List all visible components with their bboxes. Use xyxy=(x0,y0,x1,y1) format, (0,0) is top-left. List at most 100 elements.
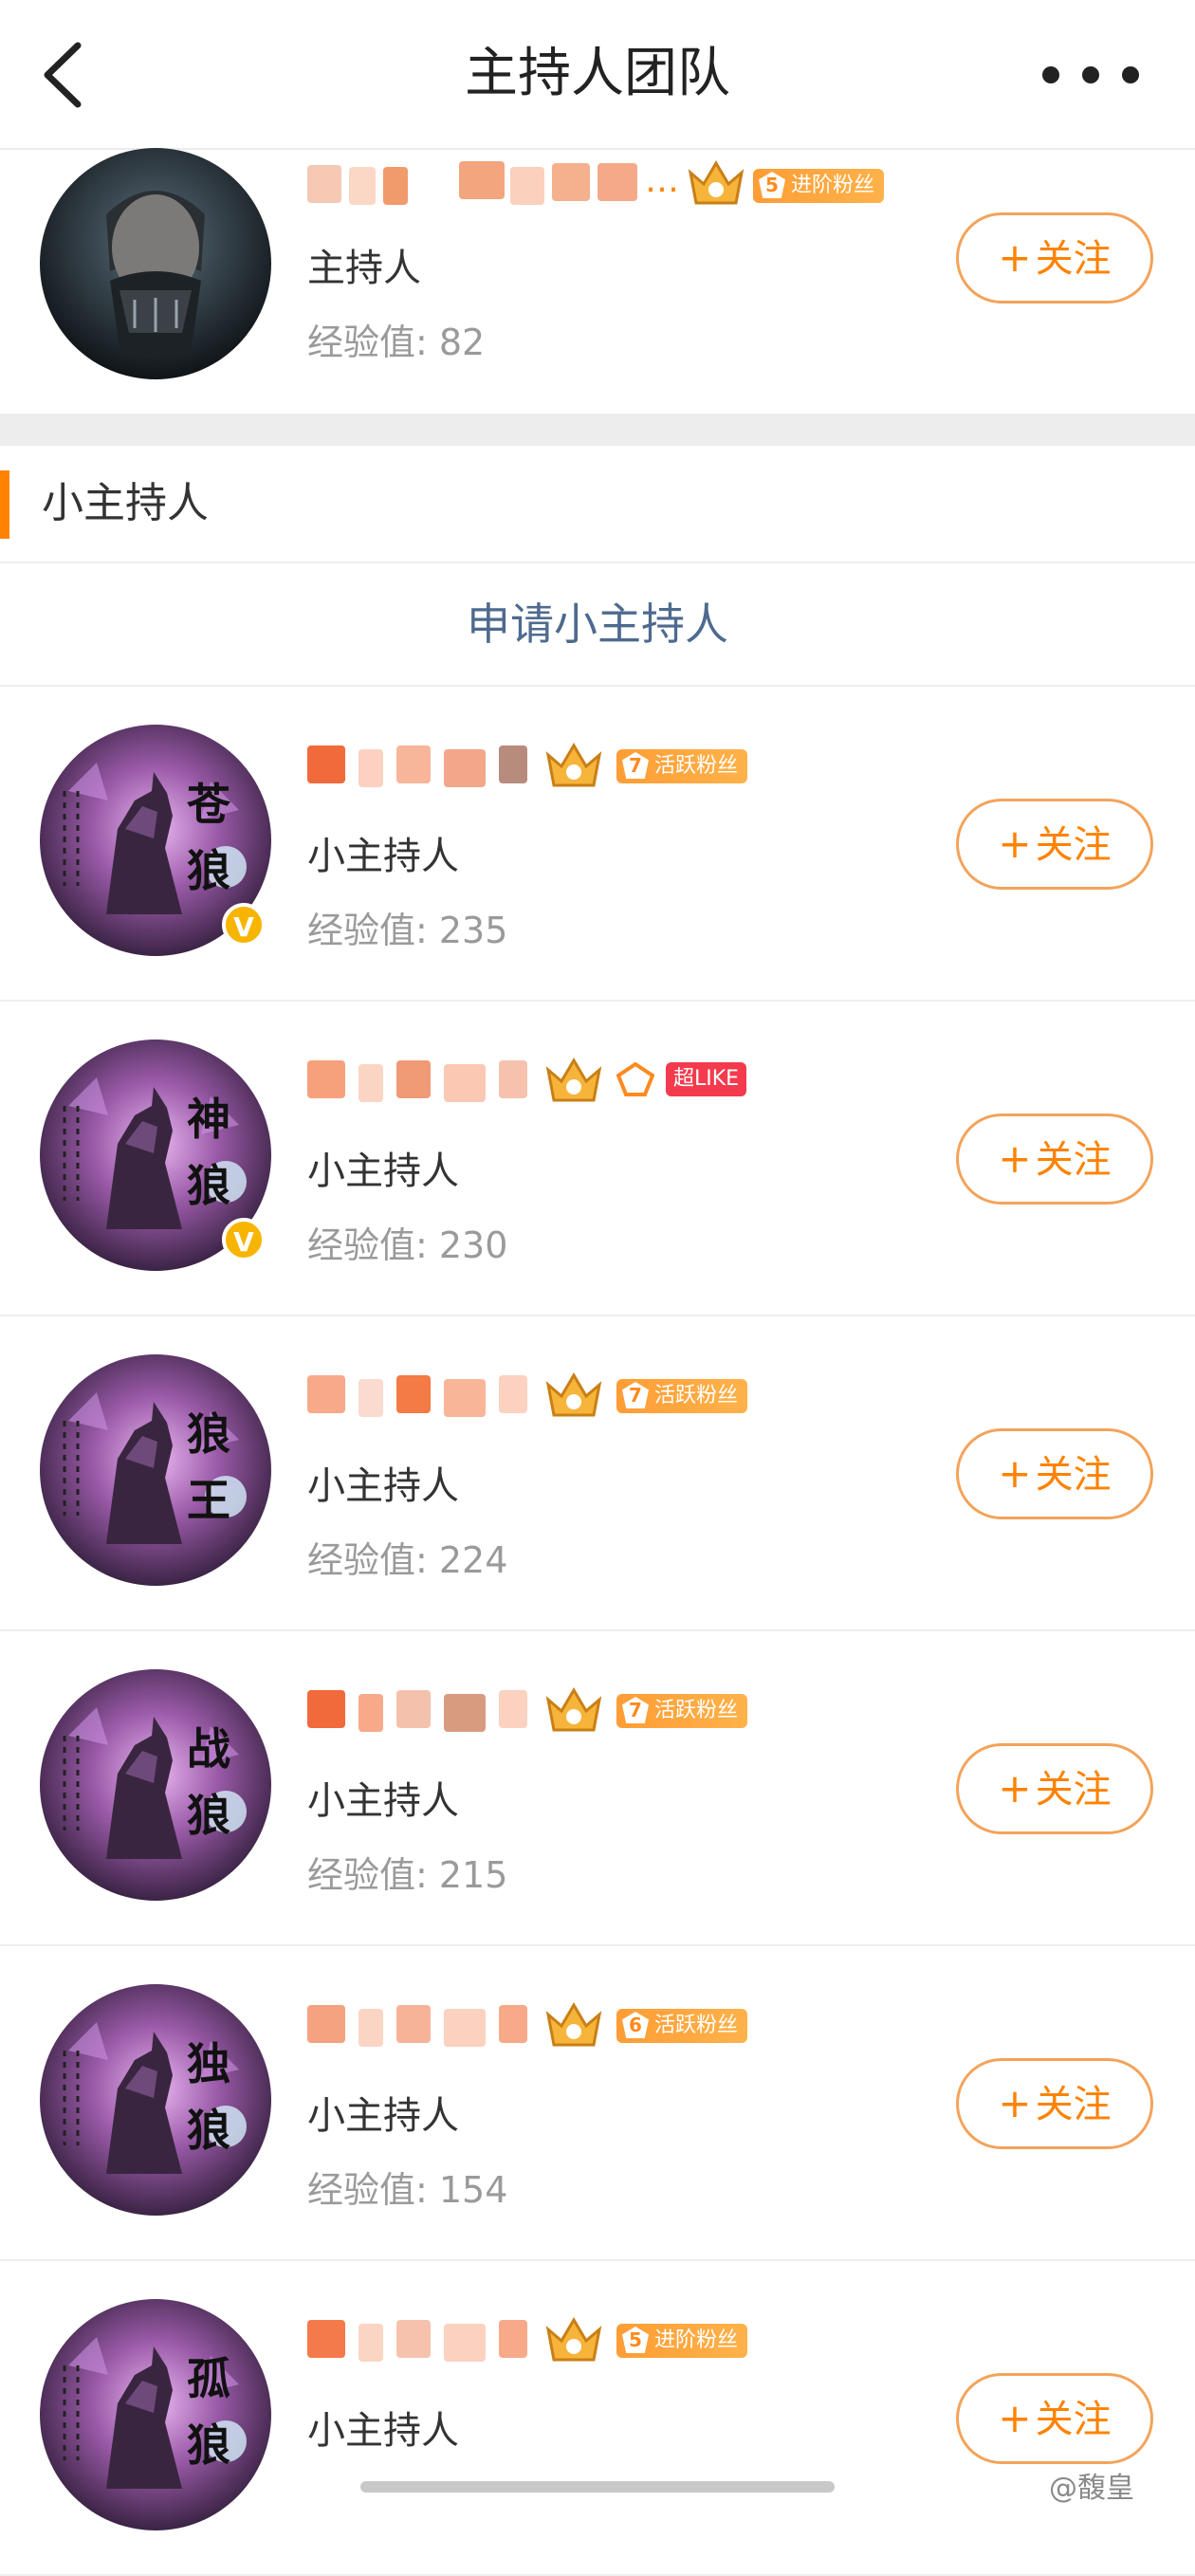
blurred-name-block xyxy=(396,1060,431,1098)
avatar-text-bottom: 狼 xyxy=(187,1160,230,1211)
member-exp: 经验值: 215 xyxy=(307,1854,508,1896)
crown-icon xyxy=(545,2317,602,2362)
member-avatar[interactable]: 战狼 xyxy=(40,1669,271,1901)
section-title: 小主持人 xyxy=(42,479,209,527)
member-role: 小主持人 xyxy=(307,2409,459,2453)
verified-icon: V xyxy=(222,1218,266,1261)
apply-assistant-host-button[interactable]: 申请小主持人 xyxy=(0,563,1195,687)
avatar-text-top: 独 xyxy=(187,2038,230,2089)
member-exp: 经验值: 154 xyxy=(307,2169,508,2211)
follow-button[interactable]: + 关注 xyxy=(956,1428,1153,1519)
avatar-text-bottom: 狼 xyxy=(187,1790,230,1841)
member-name[interactable]: 7 活跃粉丝 xyxy=(307,1683,895,1739)
follow-button[interactable]: + 关注 xyxy=(956,799,1153,890)
fan-badge: 7 活跃粉丝 xyxy=(616,1379,748,1413)
more-dots-icon[interactable] xyxy=(1034,59,1148,91)
blurred-name-block xyxy=(396,2320,431,2358)
watermark: @馥皇 xyxy=(1049,2472,1134,2505)
blurred-name-block xyxy=(444,2009,486,2047)
member-avatar[interactable]: 孤狼 xyxy=(40,2299,271,2530)
crown-icon xyxy=(545,1687,602,1732)
member-row[interactable]: 孤狼 5 进阶粉丝小主持人 + 关注 xyxy=(0,2261,1195,2576)
fan-badge: 7 活跃粉丝 xyxy=(616,1694,748,1728)
avatar-text-bottom: 狼 xyxy=(187,2420,230,2471)
host-role: 主持人 xyxy=(307,247,421,290)
page-title: 主持人团队 xyxy=(465,43,730,104)
member-row[interactable]: 独狼 6 活跃粉丝 小主持人 经验值: 154 + 关注 xyxy=(0,1946,1195,2261)
fan-badge: 5 进阶粉丝 xyxy=(616,2324,748,2358)
host-avatar[interactable] xyxy=(40,148,271,379)
plus-icon: + xyxy=(998,820,1032,867)
fan-level-icon xyxy=(616,1062,654,1096)
host-row[interactable]: … 5 进阶粉丝 主持人 经验值: 82 + 关注 xyxy=(0,148,1195,414)
member-avatar[interactable]: 狼王 xyxy=(40,1354,271,1586)
blurred-name-block xyxy=(307,1375,345,1413)
blurred-name-block xyxy=(358,1379,383,1417)
host-name[interactable]: … 5 进阶粉丝 xyxy=(307,157,914,214)
follow-button[interactable]: + 关注 xyxy=(956,2373,1153,2464)
blurred-name-block xyxy=(358,2009,383,2047)
blurred-name-block xyxy=(499,1375,527,1413)
blurred-name-block xyxy=(499,1060,527,1098)
section-header: 小主持人 xyxy=(0,446,1195,563)
avatar-text-top: 狼 xyxy=(187,1408,230,1460)
member-row[interactable]: 战狼 7 活跃粉丝小主持人经验值: 215 + 关注 xyxy=(0,1631,1195,1946)
crown-icon xyxy=(545,2002,602,2047)
blurred-name-block xyxy=(396,1375,431,1413)
fan-badge: 7 活跃粉丝 xyxy=(616,749,748,783)
plus-icon: + xyxy=(998,1765,1032,1812)
blurred-name-block xyxy=(444,1064,486,1102)
member-role: 小主持人 xyxy=(307,1150,459,1193)
verified-icon: V xyxy=(222,903,266,947)
member-name[interactable]: 超LIKE xyxy=(307,1053,895,1110)
blurred-name-block xyxy=(499,1690,527,1728)
blurred-name-block xyxy=(444,2324,486,2362)
avatar-text-top: 神 xyxy=(187,1094,230,1145)
fan-badge: 5 进阶粉丝 xyxy=(753,169,885,203)
member-name[interactable]: 7 活跃粉丝 xyxy=(307,1368,895,1425)
home-indicator[interactable] xyxy=(360,2481,835,2493)
blurred-name-block xyxy=(396,1690,431,1728)
blurred-name-block xyxy=(307,2320,345,2358)
blurred-name-block xyxy=(307,1690,345,1728)
member-role: 小主持人 xyxy=(307,1464,459,1508)
member-row[interactable]: 神狼 V 超LIKE 小主持人经验值: 230 + 关注 xyxy=(0,1002,1195,1316)
follow-button[interactable]: + 关注 xyxy=(956,1113,1153,1205)
blurred-name-block xyxy=(307,1060,345,1098)
member-row[interactable]: 狼王 7 活跃粉丝 小主持人 经验值: 224 + 关注 xyxy=(0,1316,1195,1631)
blurred-name-block xyxy=(499,745,527,783)
avatar-text-bottom: 狼 xyxy=(187,2105,230,2156)
host-exp: 经验值: 82 xyxy=(307,322,486,363)
member-row[interactable]: 苍狼 V 7 活跃粉丝 小主持人 经验值: 235 + 关注 xyxy=(0,687,1195,1002)
blurred-name-block xyxy=(358,1694,383,1732)
member-role: 小主持人 xyxy=(307,1779,459,1823)
follow-button[interactable]: + 关注 xyxy=(956,1743,1153,1834)
plus-icon: + xyxy=(998,1450,1032,1497)
member-role: 小主持人 xyxy=(307,835,459,878)
blurred-name-block xyxy=(307,745,345,783)
avatar-text-top: 孤 xyxy=(187,2353,230,2404)
blurred-name-block xyxy=(499,2320,527,2358)
member-name[interactable]: 7 活跃粉丝 xyxy=(307,738,895,795)
blurred-name-block xyxy=(444,1694,486,1732)
blurred-name-block xyxy=(358,2324,383,2362)
member-name[interactable]: 5 进阶粉丝 xyxy=(307,2312,895,2369)
member-exp: 经验值: 230 xyxy=(307,1224,508,1266)
top-navbar: 主持人团队 xyxy=(0,0,1195,150)
avatar-text-bottom: 王 xyxy=(187,1475,230,1526)
follow-button[interactable]: + 关注 xyxy=(956,2058,1153,2149)
plus-icon: + xyxy=(998,1135,1032,1182)
member-avatar[interactable]: 独狼 xyxy=(40,1984,271,2216)
plus-icon: + xyxy=(998,2080,1032,2126)
member-name[interactable]: 6 活跃粉丝 xyxy=(307,1997,895,2054)
crown-icon xyxy=(545,743,602,787)
blurred-name-block xyxy=(444,749,486,787)
follow-button[interactable]: + 关注 xyxy=(956,212,1153,304)
crown-icon xyxy=(545,1372,602,1417)
plus-icon: + xyxy=(998,234,1032,281)
blurred-name-block xyxy=(396,2005,431,2043)
section-accent-bar xyxy=(0,470,9,539)
fan-badge: 6 活跃粉丝 xyxy=(616,2009,748,2043)
crown-icon xyxy=(545,1058,602,1102)
avatar-text-top: 战 xyxy=(187,1723,230,1775)
